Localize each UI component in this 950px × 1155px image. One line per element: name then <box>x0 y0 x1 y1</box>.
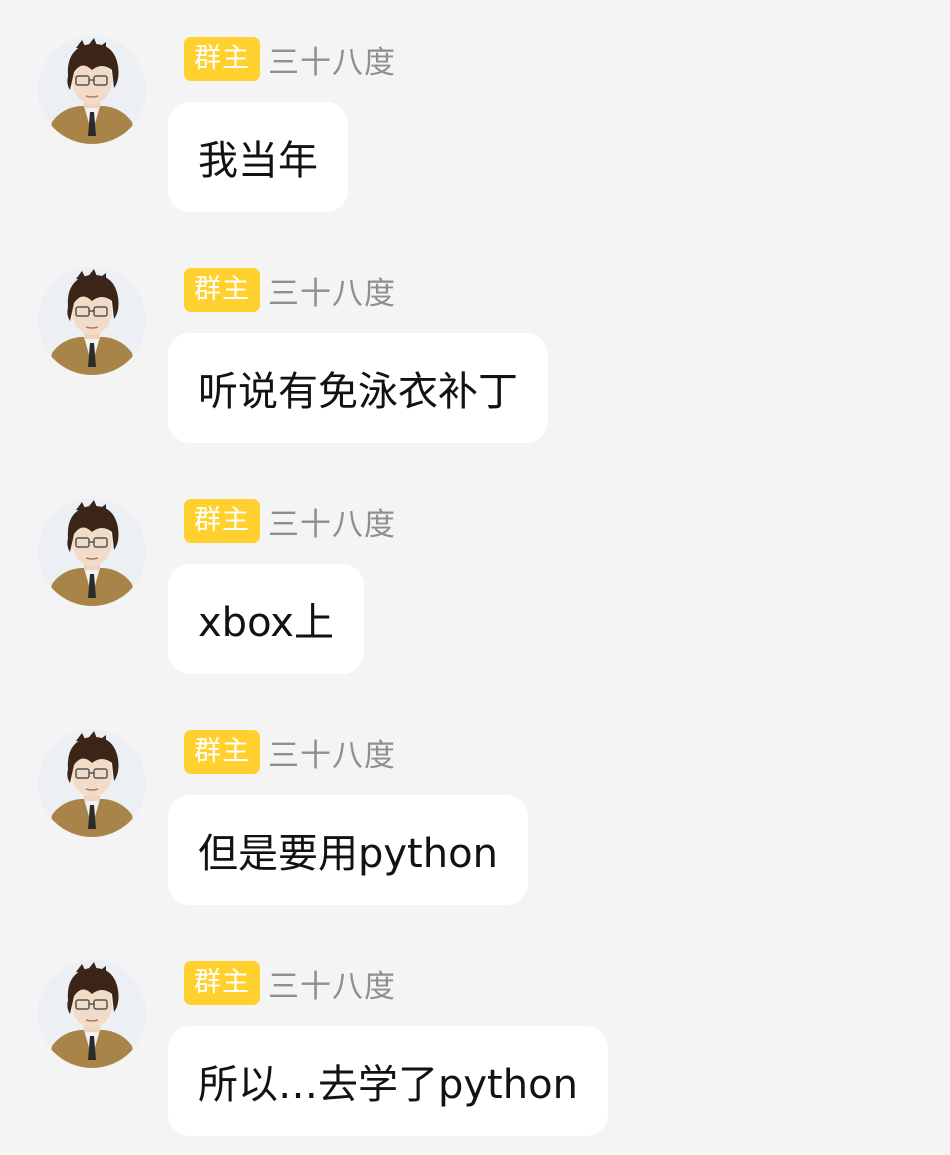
sender-meta: 群主 三十八度 <box>184 268 396 312</box>
group-owner-badge: 群主 <box>184 268 260 312</box>
avatar[interactable] <box>38 729 146 837</box>
group-owner-badge: 群主 <box>184 730 260 774</box>
sender-name[interactable]: 三十八度 <box>268 268 396 313</box>
chat-message: 群主 三十八度 xbox上 <box>0 462 950 693</box>
message-bubble[interactable]: xbox上 <box>168 564 364 674</box>
chat-message: 群主 三十八度 但是要用python <box>0 693 950 924</box>
message-bubble[interactable]: 但是要用python <box>168 795 528 905</box>
sender-meta: 群主 三十八度 <box>184 961 396 1005</box>
group-owner-badge: 群主 <box>184 499 260 543</box>
message-bubble[interactable]: 所以…去学了python <box>168 1026 608 1136</box>
avatar[interactable] <box>38 267 146 375</box>
sender-meta: 群主 三十八度 <box>184 37 396 81</box>
chat-message-list: 群主 三十八度 我当年 群主 三十八度 听说有免泳衣补丁 群主 三十八度 xbo… <box>0 0 950 1147</box>
sender-meta: 群主 三十八度 <box>184 499 396 543</box>
message-bubble[interactable]: 我当年 <box>168 102 348 212</box>
sender-name[interactable]: 三十八度 <box>268 730 396 775</box>
sender-meta: 群主 三十八度 <box>184 730 396 774</box>
sender-name[interactable]: 三十八度 <box>268 961 396 1006</box>
avatar-anime-icon <box>38 36 146 144</box>
message-bubble[interactable]: 听说有免泳衣补丁 <box>168 333 548 443</box>
chat-message: 群主 三十八度 我当年 <box>0 0 950 231</box>
chat-message: 群主 三十八度 听说有免泳衣补丁 <box>0 231 950 462</box>
avatar[interactable] <box>38 498 146 606</box>
avatar[interactable] <box>38 36 146 144</box>
avatar[interactable] <box>38 960 146 1068</box>
sender-name[interactable]: 三十八度 <box>268 37 396 82</box>
avatar-anime-icon <box>38 729 146 837</box>
avatar-anime-icon <box>38 267 146 375</box>
chat-message: 群主 三十八度 所以…去学了python <box>0 924 950 1155</box>
sender-name[interactable]: 三十八度 <box>268 499 396 544</box>
avatar-anime-icon <box>38 960 146 1068</box>
group-owner-badge: 群主 <box>184 961 260 1005</box>
avatar-anime-icon <box>38 498 146 606</box>
group-owner-badge: 群主 <box>184 37 260 81</box>
